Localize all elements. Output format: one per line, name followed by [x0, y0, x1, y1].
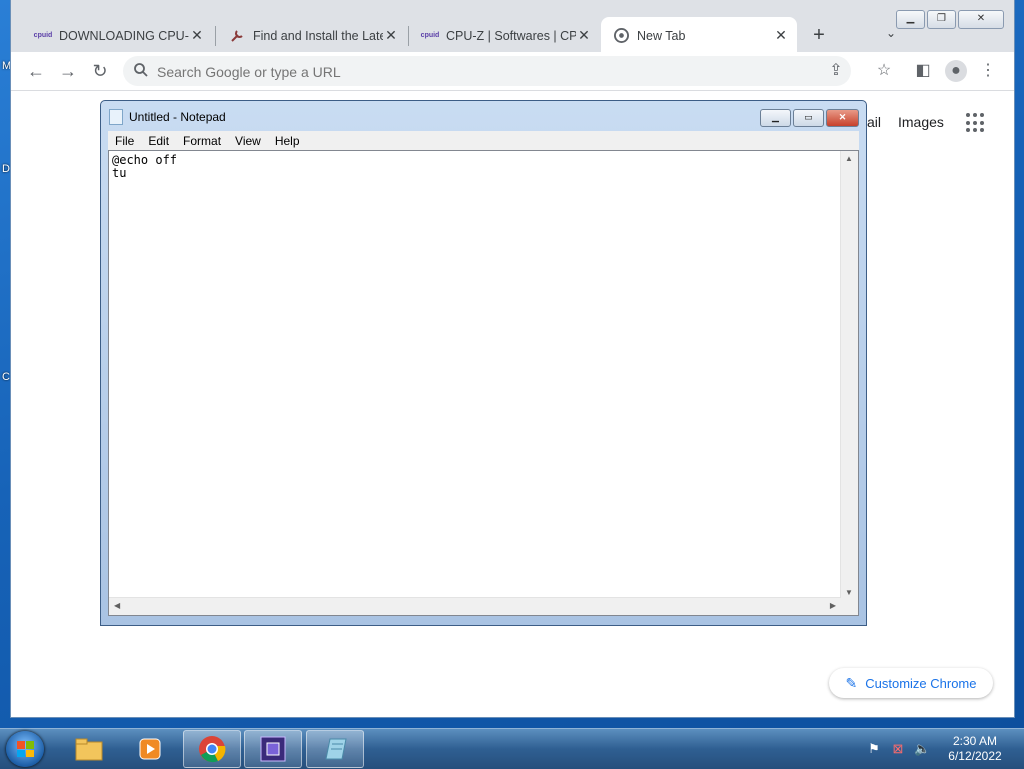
tab-close-icon[interactable]: ✕	[773, 27, 789, 44]
action-center-icon[interactable]: ⚑	[866, 741, 882, 757]
tab-find-install[interactable]: Find and Install the Late ✕	[217, 17, 407, 54]
scroll-left-icon[interactable]: ◀	[114, 601, 120, 610]
clock-date: 6/12/2022	[948, 749, 1002, 763]
wrench-icon	[229, 28, 245, 44]
notepad-window-controls: ▁ ▭ ✕	[758, 109, 859, 127]
text-editor[interactable]: @echo off tu ▲ ▼ ◀ ▶	[108, 150, 859, 616]
profile-avatar-icon[interactable]: ●	[945, 60, 967, 82]
tab-close-icon[interactable]: ✕	[189, 27, 205, 44]
side-panel-icon[interactable]: ◧	[912, 60, 934, 82]
more-menu-icon[interactable]: ⋮	[977, 60, 999, 82]
tab-close-icon[interactable]: ✕	[383, 27, 399, 44]
notepad-icon	[109, 109, 123, 125]
scroll-right-icon[interactable]: ▶	[830, 601, 836, 610]
windows-logo-icon	[17, 741, 34, 757]
share-icon[interactable]: ⇪	[825, 60, 847, 82]
media-player-icon	[139, 738, 161, 760]
tab-new-tab[interactable]: New Tab ✕	[601, 17, 797, 54]
cpuid-icon: cpuid	[33, 32, 53, 39]
volume-icon[interactable]: 🔈	[914, 741, 930, 757]
menu-edit[interactable]: Edit	[141, 134, 176, 148]
desktop-icon-label[interactable]: M	[2, 60, 11, 72]
bookmark-star-icon[interactable]: ☆	[873, 60, 895, 82]
taskbar: ⚑ ⊠ 🔈 2:30 AM 6/12/2022	[0, 728, 1024, 769]
tab-title: DOWNLOADING CPU-Z	[59, 28, 189, 43]
tab-separator	[408, 26, 409, 46]
chrome-icon	[199, 736, 226, 763]
editor-content[interactable]: @echo off tu	[112, 154, 177, 180]
browser-toolbar: ← → ↻ ⇪ ☆ ◧ ● ⋮	[11, 52, 1014, 91]
google-apps-icon[interactable]	[966, 113, 986, 133]
minimize-button[interactable]: ▁	[760, 109, 791, 127]
desktop-icon-label[interactable]: C	[2, 371, 10, 383]
vertical-scrollbar[interactable]: ▲ ▼	[840, 151, 858, 600]
clock-time: 2:30 AM	[952, 734, 998, 748]
customize-chrome-button[interactable]: ✎ Customize Chrome	[829, 668, 993, 698]
clock[interactable]: 2:30 AM 6/12/2022	[940, 734, 1010, 764]
search-icon	[134, 63, 148, 77]
taskbar-cpu-z[interactable]	[244, 730, 302, 768]
menu-bar: File Edit Format View Help	[108, 131, 859, 150]
cpuid-icon: cpuid	[420, 32, 440, 39]
new-tab-button[interactable]: +	[807, 24, 831, 47]
maximize-button[interactable]: ▭	[793, 109, 824, 127]
scroll-up-icon[interactable]: ▲	[845, 154, 853, 163]
forward-arrow-icon[interactable]: →	[57, 60, 79, 82]
tab-title: New Tab	[637, 28, 686, 43]
menu-view[interactable]: View	[228, 134, 268, 148]
close-button[interactable]: ✕	[826, 109, 859, 127]
desktop-icon-label[interactable]: D	[2, 163, 10, 175]
menu-file[interactable]: File	[108, 134, 141, 148]
minimize-button[interactable]: ▁	[896, 10, 925, 29]
tab-title: Find and Install the Late	[253, 28, 383, 43]
gmail-link[interactable]: ail	[867, 114, 881, 130]
close-button[interactable]: ✕	[958, 10, 1004, 29]
taskbar-chrome[interactable]	[183, 730, 241, 768]
taskbar-explorer[interactable]	[60, 730, 118, 768]
taskbar-media-player[interactable]	[121, 730, 179, 768]
tab-strip: cpuid DOWNLOADING CPU-Z ✕ Find and Insta…	[11, 0, 1014, 54]
explorer-icon	[75, 738, 103, 761]
address-input[interactable]	[155, 56, 799, 88]
tab-title: CPU-Z | Softwares | CPU	[446, 28, 576, 43]
taskbar-notepad[interactable]	[306, 730, 364, 768]
restore-button[interactable]: ❐	[927, 10, 956, 29]
tab-downloading-cpuz[interactable]: cpuid DOWNLOADING CPU-Z ✕	[23, 17, 213, 54]
window-title: Untitled - Notepad	[129, 110, 226, 124]
menu-format[interactable]: Format	[176, 134, 228, 148]
back-arrow-icon[interactable]: ←	[25, 60, 47, 82]
notepad-titlebar[interactable]: Untitled - Notepad	[109, 109, 226, 125]
cpu-z-icon	[260, 736, 286, 762]
reload-icon[interactable]: ↻	[89, 60, 111, 82]
images-link[interactable]: Images	[898, 114, 944, 130]
start-button[interactable]	[6, 731, 44, 767]
pencil-icon: ✎	[845, 674, 858, 691]
window-controls: ▁ ❐ ✕	[894, 10, 1004, 29]
tab-close-icon[interactable]: ✕	[576, 27, 592, 44]
customize-label: Customize Chrome	[865, 675, 977, 691]
network-disconnected-icon[interactable]: ⊠	[890, 741, 906, 757]
resize-grip-icon[interactable]	[841, 598, 858, 615]
horizontal-scrollbar[interactable]: ◀ ▶	[109, 597, 841, 615]
notepad-window: Untitled - Notepad ▁ ▭ ✕ File Edit Forma…	[100, 100, 867, 626]
scroll-down-icon[interactable]: ▼	[845, 588, 853, 597]
tab-cpuz-softwares[interactable]: cpuid CPU-Z | Softwares | CPU ✕	[410, 17, 600, 54]
omnibox[interactable]: ⇪	[123, 56, 851, 88]
menu-help[interactable]: Help	[268, 134, 307, 148]
tab-separator	[215, 26, 216, 46]
notepad-icon	[325, 738, 347, 760]
chrome-icon	[613, 28, 629, 44]
